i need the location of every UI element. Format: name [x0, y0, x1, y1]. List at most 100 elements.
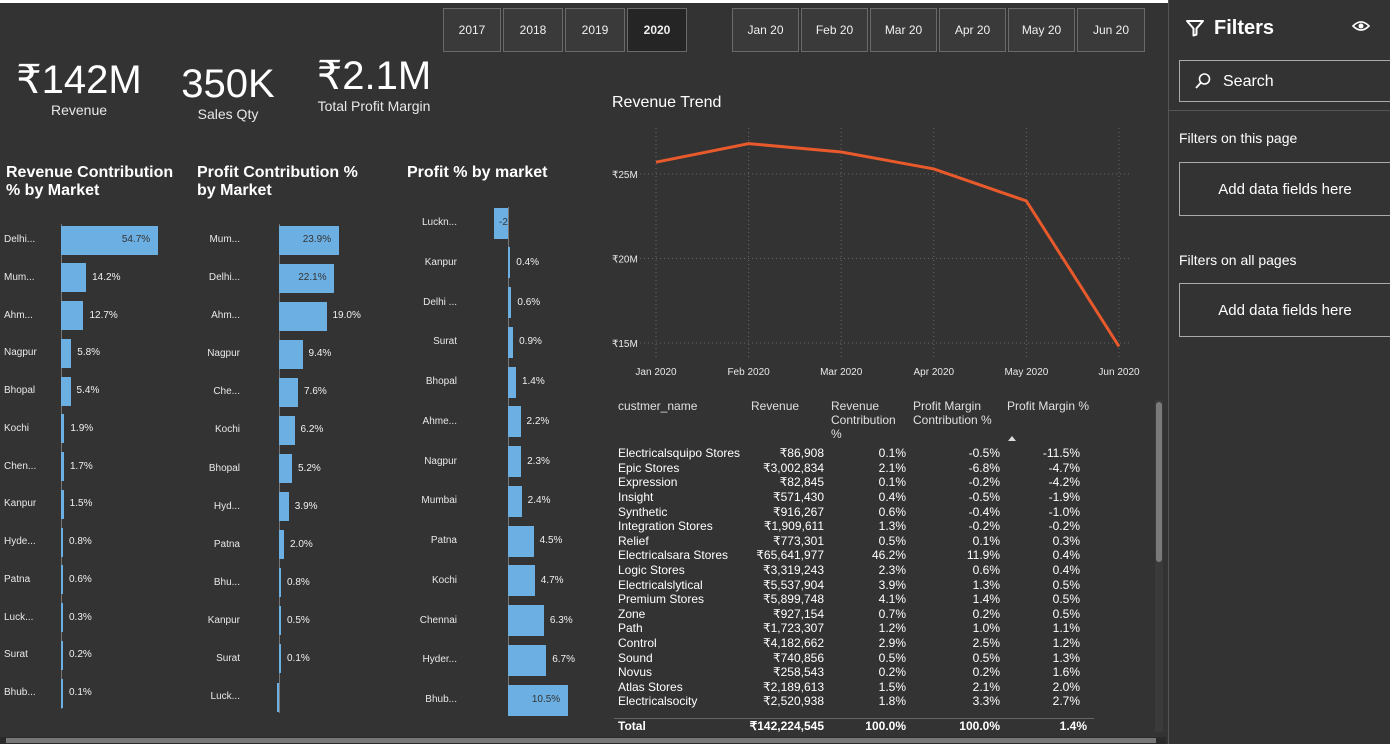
table-row[interactable]: Electricalsquipo Stores ₹86,908 0.1% -0.5% -…	[614, 446, 1087, 461]
data-point[interactable]	[1114, 341, 1124, 351]
bar[interactable]	[279, 492, 289, 522]
col-header-revenue[interactable]: Revenue	[751, 399, 799, 413]
table-cell: 2.1%	[972, 679, 1000, 694]
bar[interactable]	[61, 376, 71, 406]
bar-data-label: 2.4%	[527, 495, 551, 507]
bar[interactable]	[508, 326, 514, 358]
month-button-mar[interactable]: Mar 20	[870, 8, 937, 52]
bar[interactable]	[277, 682, 279, 712]
table-row[interactable]: Electricalslytical ₹5,537,904 3.9% 1.3% 0.5%	[614, 577, 1087, 592]
table-cell: -0.5%	[968, 446, 1000, 461]
bar[interactable]	[61, 565, 63, 595]
col-header-customer[interactable]: custmer_name	[618, 399, 697, 413]
data-point[interactable]	[836, 147, 846, 157]
table-cell: 0.5%	[878, 533, 906, 548]
data-point[interactable]	[651, 157, 661, 167]
table-row[interactable]: Expression ₹82,845 0.1% -0.2% -4.2%	[614, 475, 1087, 490]
year-button-2019[interactable]: 2019	[565, 8, 625, 52]
table-cell: ₹2,189,613	[762, 679, 824, 694]
table-scrollbar-thumb[interactable]	[1156, 402, 1162, 562]
bar[interactable]	[508, 287, 512, 318]
year-button-2018[interactable]: 2018	[503, 8, 563, 52]
add-data-fields-this-page[interactable]: Add data fields here	[1179, 162, 1390, 216]
bar[interactable]	[508, 406, 521, 438]
data-point[interactable]	[1021, 196, 1031, 206]
month-button-may[interactable]: May 20	[1008, 8, 1075, 52]
bar[interactable]	[61, 414, 65, 444]
bar[interactable]	[279, 454, 292, 483]
table-row[interactable]: Control ₹4,182,662 2.9% 2.5% 1.2%	[614, 636, 1087, 651]
bar[interactable]	[279, 301, 327, 331]
table-row[interactable]: Synthetic ₹916,267 0.6% -0.4% -1.0%	[614, 504, 1087, 519]
bar[interactable]	[279, 568, 281, 598]
bar[interactable]	[508, 366, 516, 398]
bar-category-label: Hyd...	[213, 500, 240, 512]
table-row[interactable]: Novus ₹258,543 0.2% 0.2% 1.6%	[614, 665, 1087, 680]
search-icon	[1195, 73, 1211, 89]
table-cell: 46.2%	[871, 548, 906, 563]
bar[interactable]	[61, 678, 63, 708]
sort-ascending-icon[interactable]	[1008, 436, 1016, 441]
table-row[interactable]: Atlas Stores ₹2,189,613 1.5% 2.1% 2.0%	[614, 680, 1087, 695]
table-row[interactable]: Electricalsocity ₹2,520,938 1.8% 3.3% 2.7%	[614, 694, 1087, 709]
year-button-2017[interactable]: 2017	[443, 8, 501, 52]
month-button-apr[interactable]: Apr 20	[939, 8, 1006, 52]
month-button-feb[interactable]: Feb 20	[801, 8, 868, 52]
bar[interactable]	[508, 485, 522, 517]
table-scrollbar[interactable]	[1155, 400, 1163, 732]
bar[interactable]	[61, 527, 63, 557]
bar[interactable]	[508, 605, 544, 636]
bar-category-label: Patna	[4, 573, 31, 585]
table-cell: 0.5%	[1052, 606, 1080, 621]
x-tick-label: Jan 2020	[635, 367, 677, 378]
col-header-revenue-contribution[interactable]: Revenue Contribution %	[831, 399, 903, 441]
bar[interactable]	[279, 377, 298, 407]
table-row[interactable]: Sound ₹740,856 0.5% 0.5% 1.3%	[614, 650, 1087, 665]
table-row[interactable]: Logic Stores ₹3,319,243 2.3% 0.6% 0.4%	[614, 563, 1087, 578]
eye-icon[interactable]	[1352, 19, 1370, 33]
table-cell: 2.5%	[972, 636, 1000, 651]
bar[interactable]	[61, 452, 64, 481]
bar[interactable]	[279, 530, 284, 560]
month-button-jan[interactable]: Jan 20	[732, 8, 799, 52]
table-row[interactable]: Epic Stores ₹3,002,834 2.1% -6.8% -4.7%	[614, 461, 1087, 476]
bar[interactable]	[279, 415, 295, 445]
bar[interactable]	[279, 644, 281, 674]
bar[interactable]	[61, 489, 64, 519]
page-scrollbar-thumb[interactable]	[6, 738, 1156, 743]
bar[interactable]	[61, 603, 63, 632]
data-point[interactable]	[744, 139, 754, 149]
bar[interactable]	[61, 640, 63, 670]
bar[interactable]	[508, 247, 511, 279]
col-header-profit-margin[interactable]: Profit Margin %	[1007, 399, 1089, 413]
table-row[interactable]: Zone ₹927,154 0.7% 0.2% 0.5%	[614, 607, 1087, 622]
table-row[interactable]: Integration Stores ₹1,909,611 1.3% -0.2% -0.…	[614, 519, 1087, 534]
table-row[interactable]: Insight ₹571,430 0.4% -0.5% -1.9%	[614, 490, 1087, 505]
bar[interactable]	[279, 606, 281, 636]
profit-pct-title: Profit % by market	[407, 164, 548, 181]
page-horizontal-scrollbar[interactable]	[0, 737, 1166, 744]
bar[interactable]	[508, 525, 534, 557]
bar[interactable]	[61, 301, 84, 330]
revenue-trend-line[interactable]	[655, 142, 1121, 348]
table-cell: 0.6%	[972, 563, 1000, 578]
month-button-jun[interactable]: Jun 20	[1077, 8, 1145, 52]
data-point[interactable]	[929, 164, 939, 174]
bar-category-label: Kochi	[214, 424, 240, 436]
bar[interactable]	[61, 263, 87, 293]
filters-search-box[interactable]: Search	[1179, 60, 1390, 102]
bar[interactable]	[508, 565, 535, 597]
table-row[interactable]: Path ₹1,723,307 1.2% 1.0% 1.1%	[614, 621, 1087, 636]
year-button-2020[interactable]: 2020	[627, 8, 687, 52]
bar[interactable]	[508, 644, 547, 676]
y-tick-label: ₹25M	[612, 170, 638, 181]
bar[interactable]	[508, 446, 522, 477]
add-data-fields-all-pages[interactable]: Add data fields here	[1179, 283, 1390, 337]
col-header-profit-margin-contribution[interactable]: Profit Margin Contribution %	[913, 399, 1003, 427]
table-row[interactable]: Relief ₹773,301 0.5% 0.1% 0.3%	[614, 534, 1087, 549]
bar[interactable]	[279, 339, 303, 369]
bar[interactable]	[61, 338, 72, 368]
table-row[interactable]: Premium Stores ₹5,899,748 4.1% 1.4% 0.5%	[614, 592, 1087, 607]
x-tick-label: Feb 2020	[727, 367, 770, 378]
table-row[interactable]: Electricalsara Stores ₹65,641,977 46.2% 11.…	[614, 548, 1087, 563]
